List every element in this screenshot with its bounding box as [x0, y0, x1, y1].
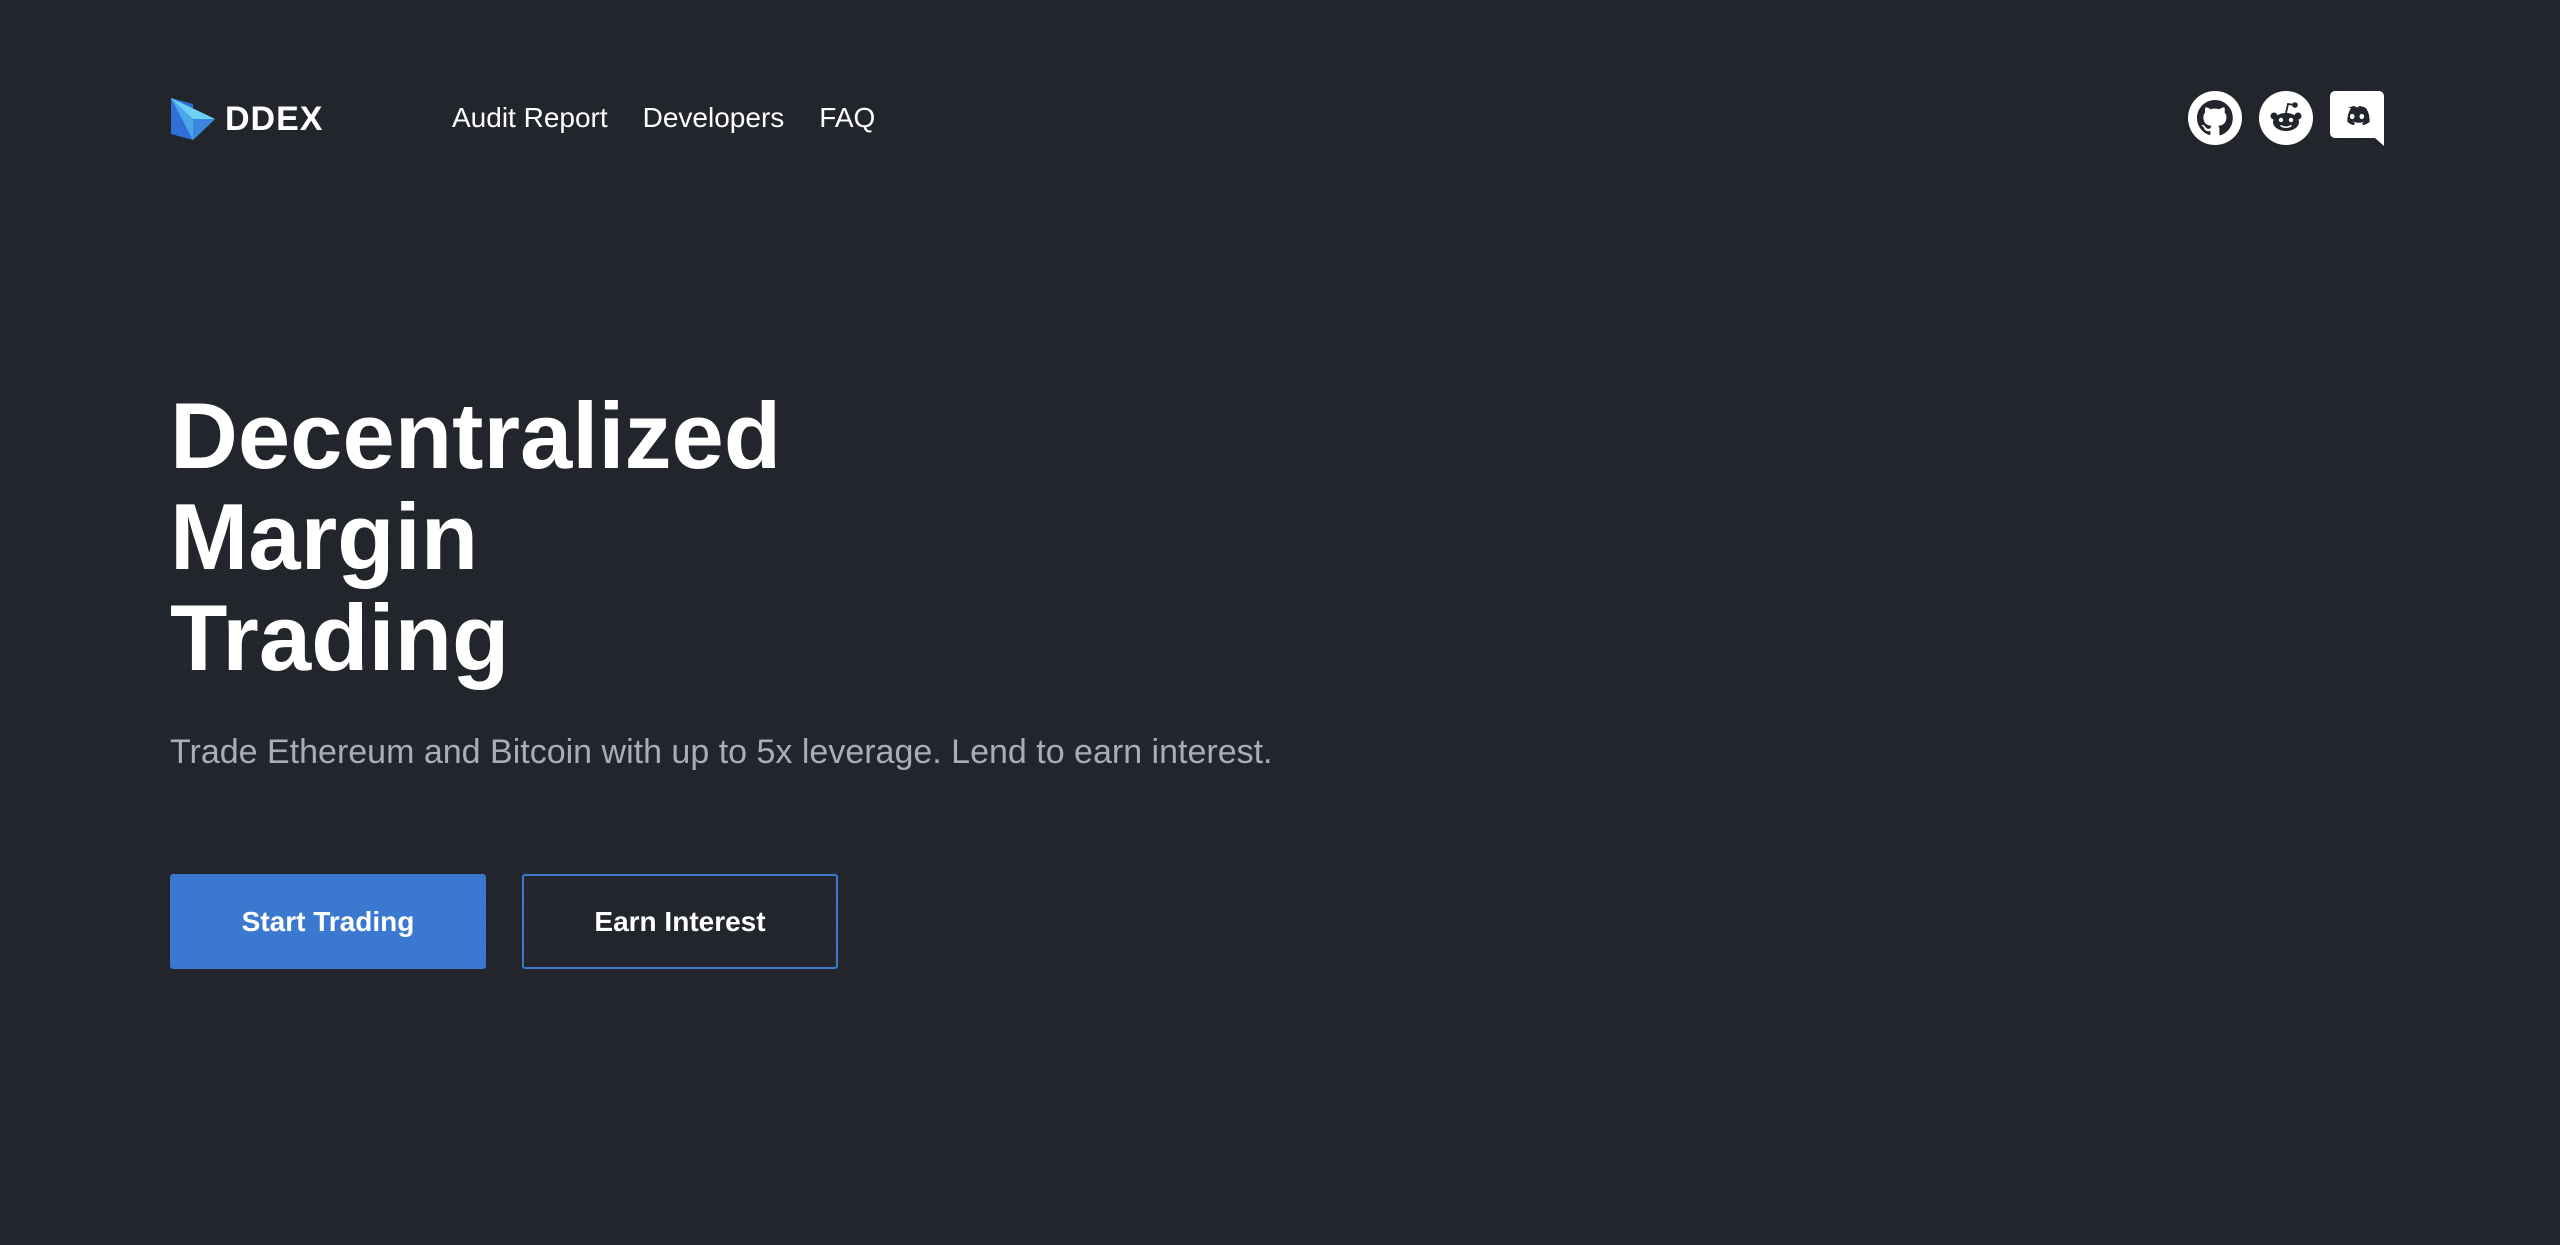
- reddit-link[interactable]: [2258, 90, 2314, 146]
- social-links: [2172, 88, 2385, 148]
- nav-link-developers[interactable]: Developers: [643, 88, 785, 148]
- brand-name: DDEX: [225, 100, 324, 138]
- hero-title-line-2: Margin: [170, 484, 479, 589]
- nav-link-faq[interactable]: FAQ: [819, 88, 875, 148]
- brand-logo[interactable]: DDEX: [170, 96, 323, 142]
- main-nav: Audit Report Developers FAQ: [452, 88, 910, 148]
- reddit-icon: [2259, 91, 2313, 145]
- ddex-cube-logo-icon: [171, 98, 215, 140]
- hero-title-line-3: Trading: [170, 585, 510, 690]
- hero-section: Decentralized Margin Trading: [170, 385, 1570, 688]
- github-link[interactable]: [2187, 90, 2243, 146]
- hero-title: Decentralized Margin Trading: [170, 385, 1570, 688]
- nav-link-audit-report[interactable]: Audit Report: [452, 88, 608, 148]
- hero-title-line-1: Decentralized: [170, 383, 782, 488]
- discord-link[interactable]: [2329, 90, 2385, 146]
- site-header: DDEX Audit Report Developers FAQ: [170, 88, 2385, 148]
- discord-icon: [2330, 91, 2384, 146]
- github-icon: [2188, 91, 2242, 145]
- hero-subtitle: Trade Ethereum and Bitcoin with up to 5x…: [170, 733, 1273, 771]
- start-trading-button[interactable]: Start Trading: [170, 874, 486, 969]
- earn-interest-button[interactable]: Earn Interest: [522, 874, 838, 969]
